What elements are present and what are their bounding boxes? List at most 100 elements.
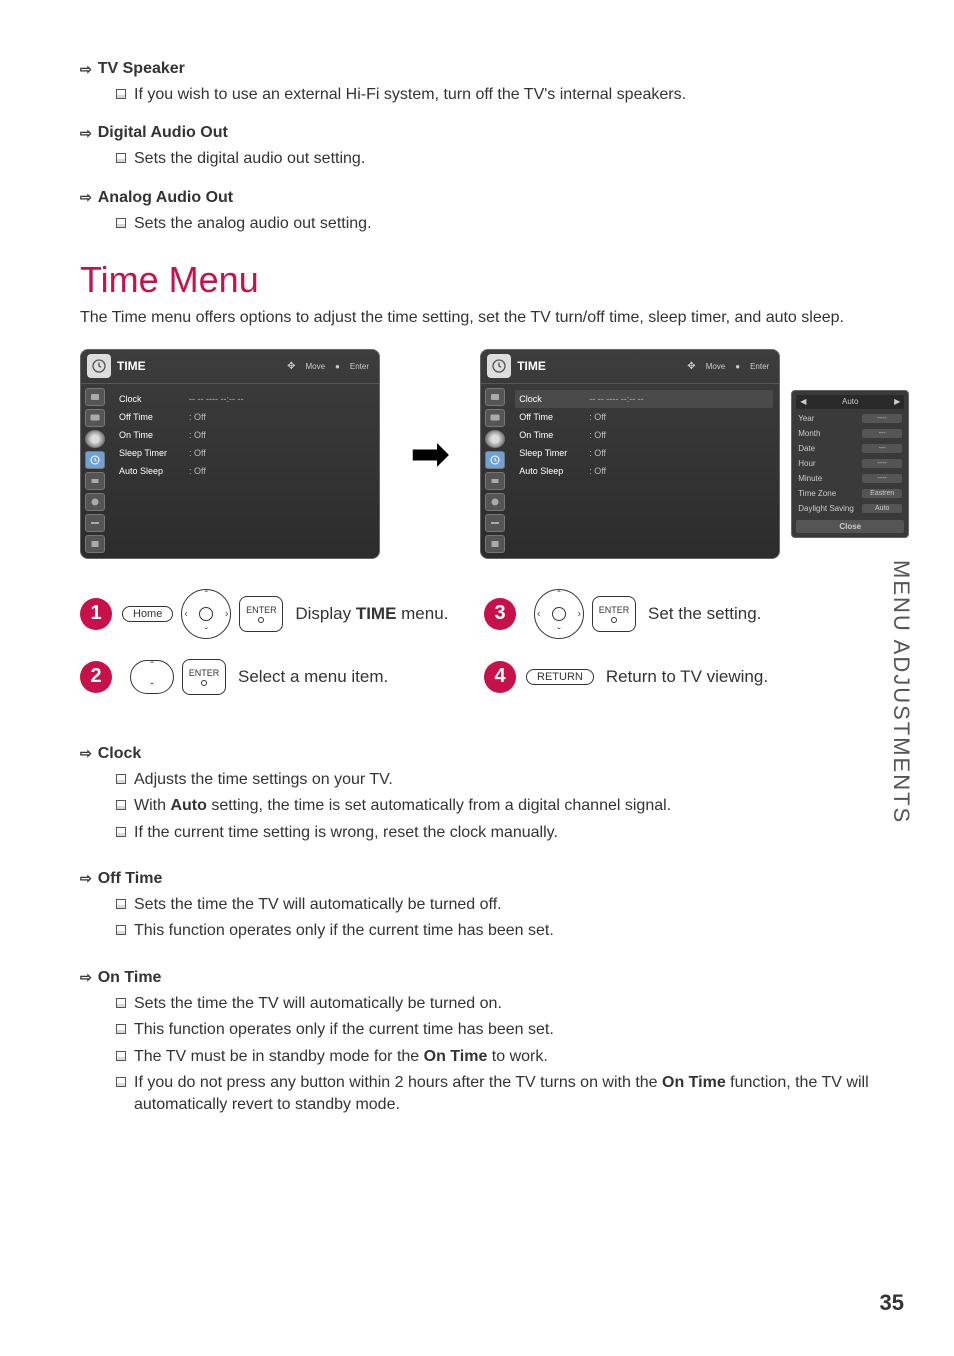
osd-panel-left: TIME ✥Move ●Enter Clock-- -- ---- --:-- … (80, 349, 380, 559)
osd-hints: ✥Move ●Enter (287, 361, 369, 372)
osd-row: Clock-- -- ---- --:-- -- (515, 390, 773, 408)
bullet-row: If you do not press any button within 2 … (80, 1072, 884, 1117)
bullet-icon (116, 998, 126, 1008)
osd-row-label: Auto Sleep (119, 466, 189, 476)
section-header: ⇨TV Speaker (80, 60, 884, 78)
section-header: ⇨ On Time (80, 969, 884, 987)
bullet-row: Sets the time the TV will automatically … (80, 993, 884, 1015)
enter-button-icon: ENTER (182, 659, 226, 695)
section-title: TV Speaker (98, 60, 185, 78)
popup-row-value: ---- (862, 459, 902, 468)
section-item: ⇨Off TimeSets the time the TV will autom… (80, 870, 884, 943)
enter-button-icon: ENTER (239, 596, 283, 632)
osd-row-label: On Time (519, 430, 589, 440)
section-item: ⇨Analog Audio OutSets the analog audio o… (80, 189, 884, 235)
osd-row-value: : Off (589, 430, 606, 440)
bullet-row: This function operates only if the curre… (80, 920, 884, 942)
osd-row-value: : Off (589, 448, 606, 458)
bullet-text: Adjusts the time settings on your TV. (134, 769, 884, 791)
bullet-row: Adjusts the time settings on your TV. (80, 769, 884, 791)
bullet-icon (116, 218, 126, 228)
sidebar-icon-clock (85, 451, 105, 469)
osd-row-label: On Time (119, 430, 189, 440)
bullet-text: Sets the digital audio out setting. (134, 148, 884, 170)
popup-row-label: Hour (798, 459, 815, 468)
sidebar-icon-7 (85, 514, 105, 532)
sidebar-icon-5 (485, 472, 505, 490)
side-tab: MENU ADJUSTMENTS (888, 560, 914, 824)
popup-row-label: Daylight Saving (798, 504, 854, 513)
bullet-row: If the current time setting is wrong, re… (80, 822, 884, 844)
osd-row-value: -- -- ---- --:-- -- (589, 394, 643, 404)
bullet-row: The TV must be in standby mode for the O… (80, 1046, 884, 1068)
step-2-badge: 2 (80, 661, 112, 693)
bullet-text: The TV must be in standby mode for the O… (134, 1046, 884, 1068)
popup-row: Month--- (796, 426, 904, 441)
osd-title: TIME (517, 359, 546, 373)
bullet-row: Sets the digital audio out setting. (80, 148, 884, 170)
osd-hints: ✥Move ●Enter (687, 361, 769, 372)
osd-row: Off Time: Off (119, 408, 369, 426)
osd-row: Off Time: Off (519, 408, 769, 426)
osd-row: On Time: Off (519, 426, 769, 444)
section-header: ⇨Clock (80, 745, 884, 763)
section-title: Clock (98, 745, 142, 763)
osd-row: Auto Sleep: Off (119, 462, 369, 480)
bullet-icon (116, 1024, 126, 1034)
bullet-icon (116, 899, 126, 909)
clock-icon (487, 354, 511, 378)
osd-row: On Time: Off (119, 426, 369, 444)
dpad-icon: ˆˇ (130, 660, 174, 694)
home-button-icon: Home (122, 606, 173, 622)
sidebar-icon-6 (485, 493, 505, 511)
bullet-icon (116, 800, 126, 810)
dpad-icon: ˆˇ‹› (181, 589, 231, 639)
section-item: ⇨TV Speaker If you wish to use an externa… (80, 60, 884, 106)
section-item: ⇨ On Time Sets the time the TV will automa… (80, 969, 884, 1117)
osd-row-label: Off Time (119, 412, 189, 422)
step-2-text: Select a menu item. (238, 667, 480, 687)
enter-dot-icon: ● (335, 362, 340, 371)
dpad-icon: ˆˇ‹› (534, 589, 584, 639)
sidebar-icon-clock (485, 451, 505, 469)
sidebar-icon-2 (85, 409, 105, 427)
osd-row-value: : Off (189, 448, 206, 458)
popup-row-value: Auto (862, 504, 902, 513)
popup-row-value: Eastren (862, 489, 902, 498)
arrow-icon: ⇨ (80, 189, 92, 206)
sidebar-icon-1 (485, 388, 505, 406)
osd-row-value: : Off (589, 412, 606, 422)
sidebar-icon-6 (85, 493, 105, 511)
step-3-badge: 3 (484, 598, 516, 630)
bullet-icon (116, 1051, 126, 1061)
popup-row: Hour ---- (796, 456, 904, 471)
osd-row: Sleep Timer: Off (519, 444, 769, 462)
bullet-text: If you do not press any button within 2 … (134, 1072, 884, 1117)
clock-icon (87, 354, 111, 378)
sidebar-icon-7 (485, 514, 505, 532)
bullet-row: If you wish to use an external Hi-Fi sys… (80, 84, 884, 106)
section-title: On Time (98, 969, 162, 987)
osd-row: Clock-- -- ---- --:-- -- (119, 390, 369, 408)
step-4-text: Return to TV viewing. (606, 667, 884, 687)
popup-close-button: Close (796, 520, 904, 533)
main-heading: Time Menu (80, 259, 884, 301)
arrow-icon: ⇨ (80, 969, 92, 986)
sidebar-icon-disc (485, 430, 505, 448)
bullet-row: Sets the time the TV will automatically … (80, 894, 884, 916)
move-icon: ✥ (687, 361, 695, 372)
enter-button-icon: ENTER (592, 596, 636, 632)
osd-panel-right: TIME ✥Move ●Enter Clock-- -- ---- --:-- … (480, 349, 780, 559)
top-sections: ⇨TV SpeakerIf you wish to use an externa… (80, 60, 884, 235)
bullet-icon (116, 827, 126, 837)
step-3-text: Set the setting. (648, 604, 884, 624)
arrow-icon: ⇨ (80, 870, 92, 887)
popup-row-value: ---- (862, 474, 902, 483)
popup-row-value: ---- (862, 414, 902, 423)
osd-sidebar (81, 384, 109, 558)
osd-row-value: : Off (589, 466, 606, 476)
intro-text: The Time menu offers options to adjust t… (80, 307, 884, 329)
osd-row: Sleep Timer: Off (119, 444, 369, 462)
right-arrow-icon: ▶ (894, 397, 900, 406)
osd-row-label: Sleep Timer (519, 448, 589, 458)
